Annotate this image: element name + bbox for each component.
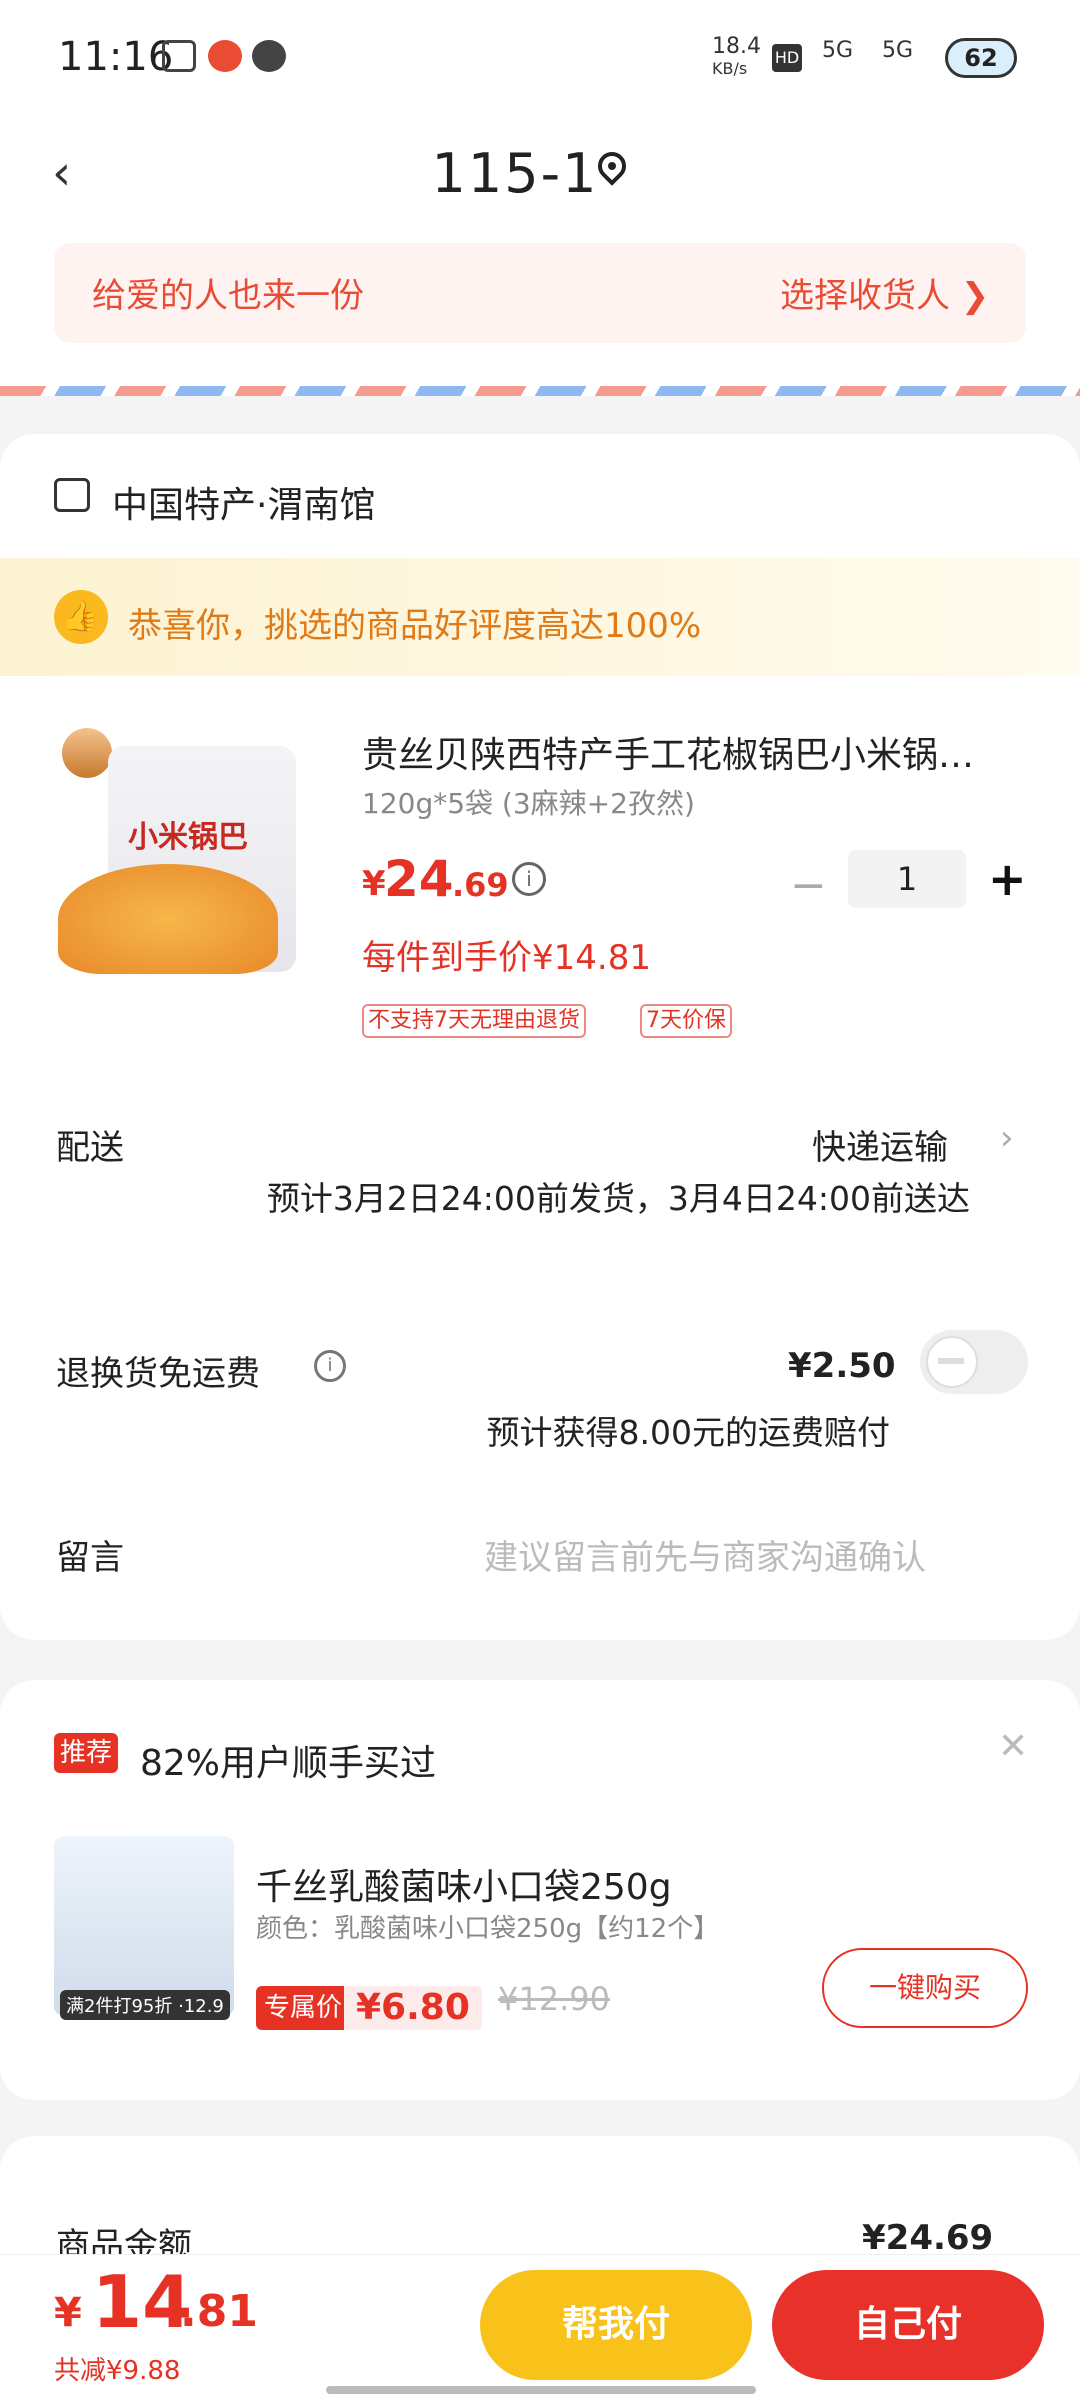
- hd-icon: HD: [772, 44, 802, 72]
- store-name[interactable]: 中国特产·渭南馆: [112, 476, 375, 528]
- recommend-item-name[interactable]: 千丝乳酸菌味小口袋250g: [256, 1858, 672, 1910]
- price-info-icon[interactable]: i: [512, 862, 546, 896]
- praise-text: 恭喜你，挑选的商品好评度高达100%: [128, 606, 702, 646]
- total-symbol: ¥: [54, 2290, 82, 2336]
- return-info-icon[interactable]: i: [314, 1350, 346, 1382]
- price-integer: 24: [384, 850, 454, 908]
- price-symbol: ¥: [362, 864, 386, 904]
- page-title: 115-1: [431, 142, 599, 205]
- brand-logo-icon: [62, 728, 112, 778]
- return-shipping-label: 退换货免运费: [56, 1354, 260, 1394]
- signal-5g-1: 5G: [822, 38, 854, 63]
- status-time: 11:16: [58, 34, 174, 80]
- message-label: 留言: [56, 1538, 124, 1578]
- net-speed: 18.4 KB/s: [712, 34, 761, 79]
- pay-for-me-button[interactable]: 帮我付: [480, 2270, 752, 2380]
- location-dot: [608, 162, 616, 170]
- bag-title: 小米锅巴: [128, 820, 248, 855]
- recommend-item-variant: 颜色：乳酸菌味小口袋250g【约12个】: [256, 1914, 720, 1944]
- saved-amount[interactable]: 共减¥9.88: [54, 2350, 180, 2387]
- toggle-minus-icon: [938, 1358, 964, 1364]
- quantity-minus-button[interactable]: −: [790, 860, 827, 911]
- quantity-input[interactable]: 1: [848, 850, 966, 908]
- gift-text: 给爱的人也来一份: [92, 276, 364, 316]
- unit-price: 每件到手价¥14.81: [362, 938, 651, 978]
- tag-no-return: 不支持7天无理由退货: [362, 1004, 586, 1038]
- one-click-buy-button[interactable]: 一键购买: [822, 1948, 1028, 2028]
- recommend-badge: 推荐: [54, 1733, 119, 1773]
- notification-icon: [162, 40, 196, 72]
- price-decimal: .69: [452, 866, 509, 904]
- delivery-method[interactable]: 快递运输: [812, 1120, 948, 1169]
- message-icon: [252, 40, 286, 72]
- recommend-title: 82%用户顺手买过: [140, 1743, 437, 1784]
- pay-self-button[interactable]: 自己付: [772, 2270, 1044, 2380]
- tag-price-protect: 7天价保: [640, 1004, 732, 1038]
- total-decimal: .81: [180, 2286, 258, 2337]
- store-icon: [54, 478, 90, 512]
- exclusive-price: ¥6.80: [344, 1986, 482, 2030]
- original-price: ¥12.90: [498, 1980, 610, 2018]
- chevron-right-icon[interactable]: ›: [1000, 1118, 1014, 1158]
- compensation-text: 预计获得8.00元的运费赔付: [486, 1413, 890, 1452]
- home-indicator[interactable]: [326, 2386, 756, 2394]
- recommend-image[interactable]: [54, 1836, 234, 2016]
- delivery-label: 配送: [56, 1128, 124, 1168]
- close-icon[interactable]: ✕: [998, 1726, 1028, 1767]
- chips-image: [58, 864, 278, 974]
- exclusive-price-label: 专属价: [256, 1986, 351, 2030]
- thumbs-up-icon: 👍: [54, 590, 108, 644]
- product-title[interactable]: 贵丝贝陕西特产手工花椒锅巴小米锅…: [362, 726, 1028, 778]
- recommend-image-label: 满2件打95折 ·12.9: [60, 1990, 230, 2020]
- product-spec[interactable]: 120g*5袋 (3麻辣+2孜然): [362, 782, 695, 822]
- signal-5g-2: 5G: [882, 38, 914, 63]
- battery-indicator: 62: [945, 38, 1017, 78]
- choose-recipient-link[interactable]: 选择收货人 ❯: [780, 268, 989, 317]
- quantity-plus-button[interactable]: +: [988, 852, 1027, 906]
- delivery-estimate: 预计3月2日24:00前发货，3月4日24:00前送达: [266, 1179, 970, 1218]
- total-integer: 14: [92, 2260, 193, 2344]
- app-notification-icon: [208, 40, 242, 72]
- message-input[interactable]: 建议留言前先与商家沟通确认: [484, 1530, 926, 1579]
- envelope-strip: [0, 386, 1080, 396]
- return-shipping-fee: ¥2.50: [788, 1346, 896, 1386]
- amount-value: ¥24.69: [862, 2218, 994, 2258]
